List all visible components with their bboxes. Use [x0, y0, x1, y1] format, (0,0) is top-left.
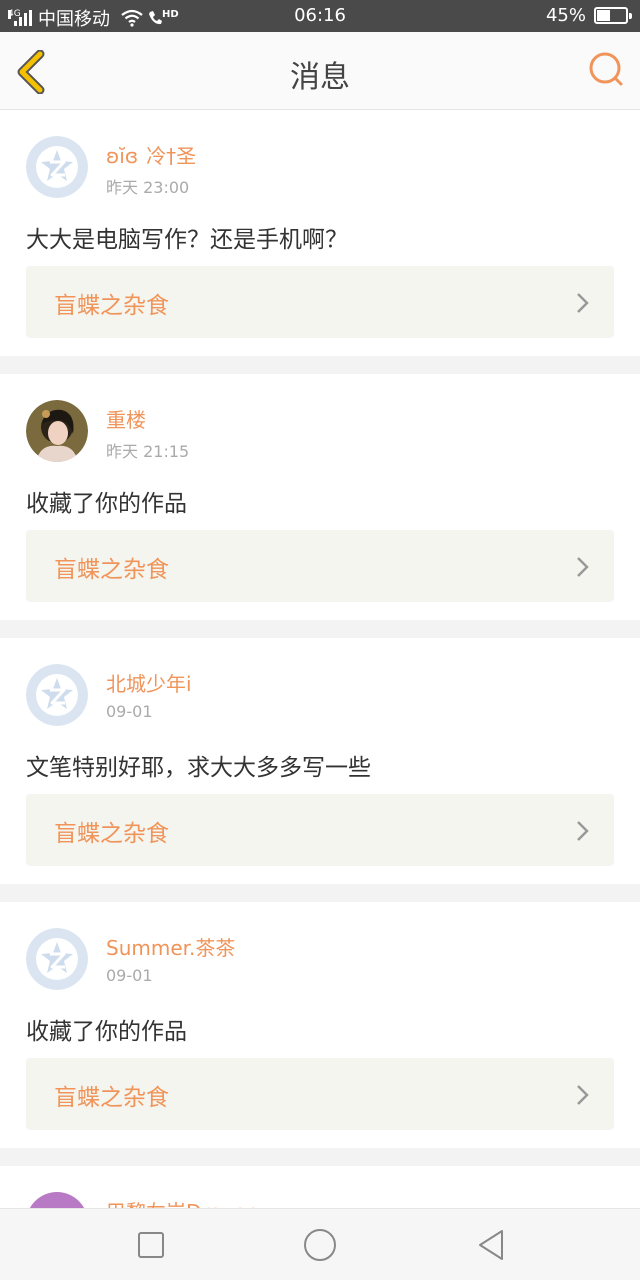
message-text: 收藏了你的作品: [26, 1019, 187, 1045]
message-list[interactable]: ʚĭɞ 冷†圣 昨天 23:00 大大是电脑写作？还是手机啊？ 盲蝶之杂食 重楼 …: [0, 110, 640, 1208]
message-text: 收藏了你的作品: [26, 491, 187, 517]
message-text: 大大是电脑写作？还是手机啊？: [26, 227, 348, 253]
qzone-default-icon[interactable]: [26, 928, 88, 990]
name-decoration: ʚĭɞ: [106, 144, 139, 168]
system-nav-bar: [0, 1208, 640, 1280]
work-link[interactable]: 盲蝶之杂食: [26, 1058, 614, 1130]
page-title: 消息: [290, 60, 350, 95]
user-photo[interactable]: [26, 400, 88, 462]
work-link[interactable]: 盲蝶之杂食: [26, 794, 614, 866]
work-title: 盲蝶之杂食: [54, 293, 169, 319]
status-bar: 4G 中国移动 HD 06:16 45%: [0, 0, 640, 32]
work-title: 盲蝶之杂食: [54, 821, 169, 847]
message-time: 昨天 23:00: [106, 178, 190, 197]
qzone-default-icon[interactable]: [26, 664, 88, 726]
nav-bar: 消息: [0, 32, 640, 110]
qzone-default-icon[interactable]: [26, 136, 88, 198]
chevron-right-icon: [577, 293, 589, 313]
user-name[interactable]: 重楼: [106, 404, 146, 433]
user-name[interactable]: Summer.茶茶: [106, 932, 235, 961]
status-right: 45%: [545, 5, 632, 26]
work-title: 盲蝶之杂食: [54, 557, 169, 583]
battery-percent: 45%: [545, 5, 586, 26]
work-link[interactable]: 盲蝶之杂食: [26, 530, 614, 602]
message-card: 重楼 昨天 21:15 收藏了你的作品 盲蝶之杂食: [0, 374, 640, 620]
work-link[interactable]: 盲蝶之杂食: [26, 266, 614, 338]
user-name[interactable]: ʚĭɞ 冷†圣: [106, 140, 196, 169]
user-photo[interactable]: [26, 1192, 88, 1208]
message-time: 昨天 21:15: [106, 442, 190, 461]
chevron-right-icon: [577, 557, 589, 577]
battery-icon: [594, 7, 632, 24]
message-card: 北城少年i 09-01 文笔特别好耶，求大大多多写一些 盲蝶之杂食: [0, 638, 640, 884]
search-icon[interactable]: [586, 50, 626, 90]
message-text: 文笔特别好耶，求大大多多写一些: [26, 755, 371, 781]
chevron-right-icon: [577, 821, 589, 841]
user-name-text: 冷†圣: [146, 144, 197, 168]
user-name[interactable]: 北城少年i: [106, 668, 192, 697]
chevron-right-icon: [577, 1085, 589, 1105]
message-card: ʚĭɞ 冷†圣 昨天 23:00 大大是电脑写作？还是手机啊？ 盲蝶之杂食: [0, 110, 640, 356]
message-time: 09-01: [106, 702, 153, 721]
clock: 06:16: [294, 5, 346, 26]
square-icon[interactable]: [133, 1227, 169, 1263]
user-name[interactable]: 巴黎左岸Draven: [106, 1196, 259, 1208]
triangle-back-icon[interactable]: [474, 1227, 510, 1263]
message-card-partial: 巴黎左岸Draven: [0, 1166, 640, 1208]
work-title: 盲蝶之杂食: [54, 1085, 169, 1111]
message-time: 09-01: [106, 966, 153, 985]
message-card: Summer.茶茶 09-01 收藏了你的作品 盲蝶之杂食: [0, 902, 640, 1148]
circle-icon[interactable]: [302, 1227, 338, 1263]
